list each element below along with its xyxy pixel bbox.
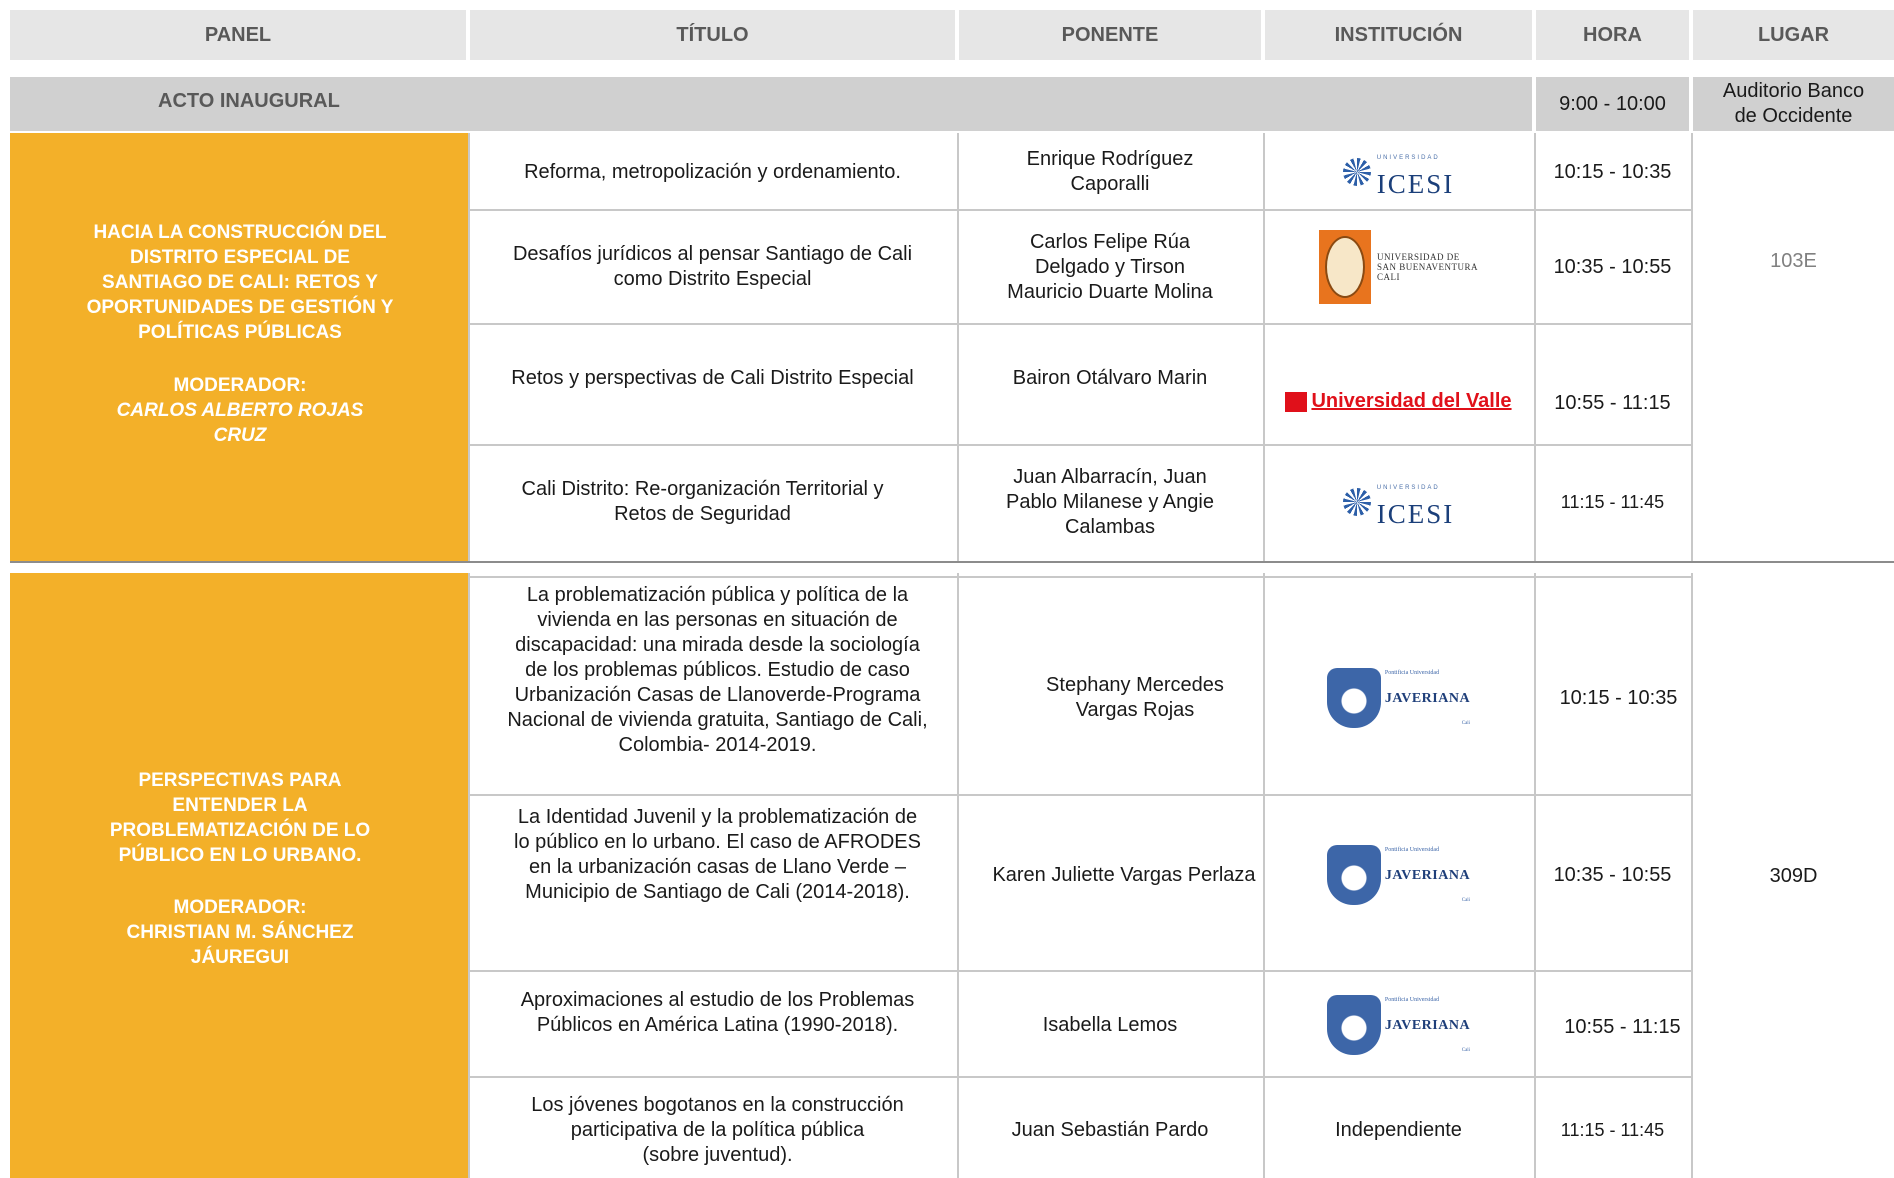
acto-lugar: Auditorio Banco de Occidente bbox=[1693, 77, 1894, 131]
p2-col-line-b bbox=[957, 573, 959, 1178]
p2-row2-hora: 10:35 - 10:55 bbox=[1553, 863, 1672, 886]
p1-divider-2 bbox=[470, 323, 1692, 325]
p1-col-line-e bbox=[1691, 133, 1693, 561]
p1-row4-institucion: UNIVERSIDAD ICESI bbox=[1265, 447, 1532, 557]
javeriana-shield-icon: Pontificia Universidad JAVERIANA Cali bbox=[1326, 661, 1470, 736]
p2-row1-hora: 10:15 - 10:35 bbox=[1559, 686, 1678, 709]
p2-row1-ponente: Stephany Mercedes Vargas Rojas bbox=[1046, 674, 1224, 721]
panel-2-moderador-name: CHRISTIAN M. SÁNCHEZ JÁUREGUI bbox=[30, 920, 450, 970]
p2-col-line-a bbox=[468, 573, 470, 1178]
p1-row3-titulo: Retos y perspectivas de Cali Distrito Es… bbox=[511, 367, 914, 389]
p2-row4-ponente: Juan Sebastián Pardo bbox=[1011, 1118, 1209, 1141]
p2-divider-2 bbox=[470, 970, 1692, 972]
panel-2-moderador-label: MODERADOR: bbox=[30, 895, 450, 920]
p2-col-line-e bbox=[1691, 573, 1693, 1178]
p1-row4-titulo: Cali Distrito: Re-organización Territori… bbox=[521, 478, 884, 525]
usb-seal-icon: UNIVERSIDAD DE SAN BUENAVENTURA CALI bbox=[1318, 230, 1478, 304]
javeriana-shield-icon: Pontificia Universidad JAVERIANA Cali bbox=[1326, 838, 1470, 913]
panel-1-title: HACIA LA CONSTRUCCIÓN DEL DISTRITO ESPEC… bbox=[30, 220, 450, 345]
p1-row4-ponente: Juan Albarracín, Juan Pablo Milanese y A… bbox=[1006, 465, 1214, 538]
p1-row1-institucion: UNIVERSIDAD ICESI bbox=[1265, 136, 1532, 208]
header-titulo: TÍTULO bbox=[470, 10, 955, 60]
p1-row2-ponente: Carlos Felipe Rúa Delgado y Tirson Mauri… bbox=[1007, 230, 1213, 303]
header-hora: HORA bbox=[1536, 10, 1689, 60]
p2-row2-titulo: La Identidad Juvenil y la problematizaci… bbox=[514, 806, 921, 903]
p2-divider-1 bbox=[470, 794, 1692, 796]
panel-2-title: PERSPECTIVAS PARA ENTENDER LA PROBLEMATI… bbox=[30, 768, 450, 868]
header-lugar: LUGAR bbox=[1693, 10, 1894, 60]
panel-2-lugar: 309D bbox=[1769, 865, 1818, 887]
panel-2-block bbox=[10, 573, 468, 1178]
p2-row2-ponente: Karen Juliette Vargas Perlaza bbox=[992, 863, 1256, 886]
icesi-logo-icon: UNIVERSIDAD ICESI bbox=[1342, 146, 1455, 198]
p2-row3-institucion: Pontificia Universidad JAVERIANA Cali bbox=[1265, 975, 1532, 1075]
acto-hora: 9:00 - 10:00 bbox=[1536, 77, 1689, 131]
p1-row2-titulo: Desafíos jurídicos al pensar Santiago de… bbox=[512, 243, 913, 290]
header-ponente: PONENTE bbox=[959, 10, 1261, 60]
p2-col-line-d bbox=[1534, 573, 1536, 1178]
p1-row4-hora: 11:15 - 11:45 bbox=[1560, 491, 1665, 512]
p2-col-line-c bbox=[1263, 573, 1265, 1178]
p2-row4-hora: 11:15 - 11:45 bbox=[1560, 1119, 1665, 1140]
p2-row1-institucion: Pontificia Universidad JAVERIANA Cali bbox=[1265, 578, 1532, 818]
javeriana-shield-icon: Pontificia Universidad JAVERIANA Cali bbox=[1326, 988, 1470, 1063]
panel-1-block bbox=[10, 133, 468, 561]
icesi-logo-icon: UNIVERSIDAD ICESI bbox=[1342, 476, 1455, 528]
p1-row3-institucion: Universidad del Valle bbox=[1265, 326, 1532, 446]
section-separator bbox=[10, 561, 1894, 563]
p2-row2-institucion: Pontificia Universidad JAVERIANA Cali bbox=[1265, 800, 1532, 950]
header-institucion: INSTITUCIÓN bbox=[1265, 10, 1532, 60]
p1-row1-hora: 10:15 - 10:35 bbox=[1553, 160, 1672, 183]
p2-row3-hora: 10:55 - 11:15 bbox=[1564, 1016, 1681, 1038]
panel-1-moderador-name: CARLOS ALBERTO ROJAS CRUZ bbox=[30, 398, 450, 448]
p1-divider-1 bbox=[470, 209, 1692, 211]
p2-top-line bbox=[470, 576, 1692, 578]
header-panel: PANEL bbox=[10, 10, 466, 60]
p2-divider-3 bbox=[470, 1076, 1692, 1078]
univalle-logo-icon: Universidad del Valle bbox=[1285, 389, 1512, 414]
p1-col-line-c bbox=[1263, 133, 1265, 561]
p1-row2-hora: 10:35 - 10:55 bbox=[1553, 255, 1672, 278]
p2-row4-titulo: Los jóvenes bogotanos en la construcción… bbox=[531, 1093, 904, 1166]
p1-row1-ponente: Enrique Rodríguez Caporalli bbox=[1026, 148, 1194, 195]
p1-col-line-d bbox=[1534, 133, 1536, 561]
p1-row2-institucion: UNIVERSIDAD DE SAN BUENAVENTURA CALI bbox=[1265, 212, 1532, 322]
panel-1-moderador-label: MODERADOR: bbox=[30, 373, 450, 398]
p2-row3-ponente: Isabella Lemos bbox=[1042, 1013, 1178, 1036]
p1-row3-ponente: Bairon Otálvaro Marin bbox=[1012, 367, 1208, 389]
p2-row3-titulo: Aproximaciones al estudio de los Problem… bbox=[520, 988, 915, 1036]
p1-row1-titulo: Reforma, metropolización y ordenamiento. bbox=[524, 160, 901, 183]
p1-col-line-b bbox=[957, 133, 959, 561]
acto-inaugural-label: ACTO INAUGURAL bbox=[158, 90, 340, 112]
p1-divider-3 bbox=[470, 444, 1692, 446]
p1-col-line-a bbox=[468, 133, 470, 561]
p2-row4-institucion: Independiente bbox=[1335, 1118, 1462, 1141]
p2-row1-titulo: La problematización pública y política d… bbox=[507, 584, 928, 756]
panel-1-lugar: 103E bbox=[1770, 249, 1817, 272]
